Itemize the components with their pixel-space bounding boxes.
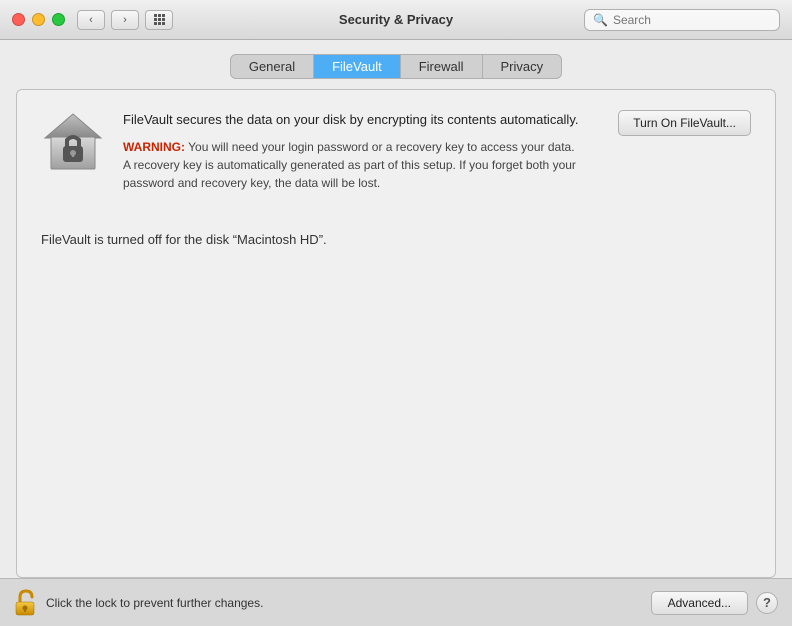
nav-buttons: ‹ › (77, 10, 139, 30)
tabs-container: General FileVault Firewall Privacy (0, 40, 792, 89)
lock-icon[interactable] (14, 589, 36, 617)
tab-general[interactable]: General (231, 55, 314, 78)
bottom-buttons: Advanced... ? (651, 591, 778, 615)
tab-privacy[interactable]: Privacy (483, 55, 562, 78)
grid-button[interactable] (145, 10, 173, 30)
bottom-bar: Click the lock to prevent further change… (0, 578, 792, 626)
back-button[interactable]: ‹ (77, 10, 105, 30)
tab-firewall[interactable]: Firewall (401, 55, 483, 78)
info-text: FileVault secures the data on your disk … (123, 110, 584, 192)
advanced-button[interactable]: Advanced... (651, 591, 748, 615)
grid-icon (154, 14, 165, 25)
search-input[interactable] (613, 13, 771, 27)
lock-area: Click the lock to prevent further change… (14, 589, 651, 617)
minimize-button[interactable] (32, 13, 45, 26)
tabs: General FileVault Firewall Privacy (230, 54, 562, 79)
traffic-lights (12, 13, 65, 26)
window-title: Security & Privacy (339, 12, 453, 27)
tab-filevault[interactable]: FileVault (314, 55, 401, 78)
filevault-status: FileVault is turned off for the disk “Ma… (41, 232, 751, 247)
main-area: General FileVault Firewall Privacy (0, 40, 792, 578)
search-icon: 🔍 (593, 13, 608, 27)
close-button[interactable] (12, 13, 25, 26)
warning-text: WARNING: You will need your login passwo… (123, 138, 584, 192)
search-box[interactable]: 🔍 (584, 9, 780, 31)
filevault-info: FileVault secures the data on your disk … (41, 110, 751, 192)
maximize-button[interactable] (52, 13, 65, 26)
filevault-description: FileVault secures the data on your disk … (123, 110, 584, 130)
filevault-icon (41, 110, 105, 174)
forward-button[interactable]: › (111, 10, 139, 30)
lock-label: Click the lock to prevent further change… (46, 596, 263, 610)
titlebar: ‹ › Security & Privacy 🔍 (0, 0, 792, 40)
warning-body: You will need your login password or a r… (123, 140, 576, 190)
content-panel: FileVault secures the data on your disk … (16, 89, 776, 578)
help-button[interactable]: ? (756, 592, 778, 614)
warning-label: WARNING: (123, 140, 185, 154)
turn-on-filevault-button[interactable]: Turn On FileVault... (618, 110, 751, 136)
